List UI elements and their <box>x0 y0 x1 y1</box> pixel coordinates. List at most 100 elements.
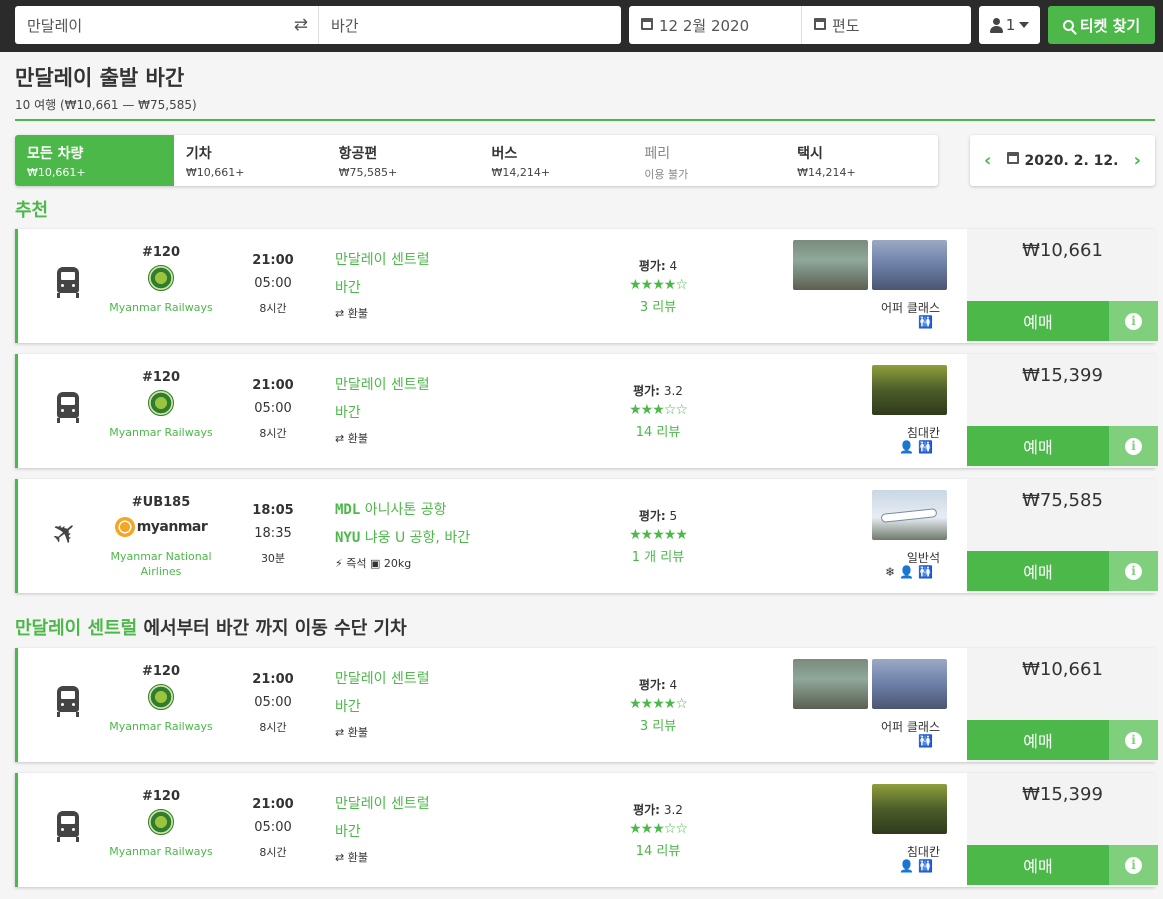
route: 만달레이 센트럴 바간 ⇄ 환불 <box>335 249 430 321</box>
tab-label: 항공편 <box>338 146 378 162</box>
date-value: 12 2월 2020 <box>659 16 750 35</box>
rating: 평가: 4 ★★★★☆ 3 리뷰 <box>598 257 718 315</box>
transport-tabs: 모든 차량 ₩10,661+ 기차 ₩10,661+ 항공편 ₩75,585+ … <box>15 135 938 186</box>
operator-name[interactable]: Myanmar National Airlines <box>106 549 216 579</box>
rating-label: 평가: 5 <box>598 507 718 524</box>
price-box: ₩10,661 예매 i <box>967 648 1158 762</box>
operator: #120 Myanmar Railways <box>106 245 216 315</box>
airline-logo: myanmar <box>106 514 216 540</box>
info-button[interactable]: i <box>1109 301 1158 341</box>
tab-train[interactable]: 기차 ₩10,661+ <box>174 135 327 186</box>
service-number: #120 <box>141 245 181 260</box>
operator-name[interactable]: Myanmar Railways <box>106 844 216 859</box>
result-card[interactable]: #120 Myanmar Railways 21:00 05:00 8시간 만달레이 센트… <box>15 229 1158 343</box>
rating-value: 3.2 <box>663 803 683 817</box>
tab-bus[interactable]: 버스 ₩14,214+ <box>479 135 632 186</box>
from-input[interactable]: 만달레이 ⇄ <box>15 6 318 44</box>
seat-photo[interactable] <box>872 240 947 290</box>
seat-photos <box>793 240 947 290</box>
caret-down-icon <box>1019 22 1030 28</box>
seat-class: 침대칸 <box>906 426 940 440</box>
star-rating-icon: ★★★☆☆ <box>629 402 688 418</box>
seat-class: 일반석 <box>906 551 940 565</box>
chevron-left-icon[interactable]: ‹ <box>984 150 991 171</box>
book-button[interactable]: 예매 <box>967 426 1109 466</box>
return-input[interactable]: 편도 <box>801 6 971 44</box>
tab-price: ₩14,214+ <box>797 166 856 179</box>
operator-name[interactable]: Myanmar Railways <box>106 300 216 315</box>
info-button[interactable]: i <box>1109 720 1158 760</box>
book-button[interactable]: 예매 <box>967 551 1109 591</box>
info-icon: i <box>1125 856 1142 874</box>
route-extra: ⚡ 즉석 ▣ 20kg <box>335 557 412 570</box>
chevron-right-icon[interactable]: › <box>1134 150 1141 171</box>
train-icon <box>57 392 79 418</box>
route-from: 만달레이 센트럴 <box>335 671 430 687</box>
divider <box>15 119 1155 121</box>
seat-photo[interactable] <box>872 784 947 834</box>
route: 만달레이 센트럴 바간 ⇄ 환불 <box>335 374 430 446</box>
rating-label: 평가: 4 <box>598 257 718 274</box>
tab-price: ₩75,585+ <box>338 166 398 179</box>
result-card[interactable]: #120 Myanmar Railways 21:00 05:00 8시간 만달레이 센트… <box>15 648 1158 762</box>
railway-logo <box>148 390 174 416</box>
tab-all[interactable]: 모든 차량 ₩10,661+ <box>15 135 174 186</box>
to-value: 바간 <box>331 16 359 35</box>
tab-price: ₩10,661+ <box>27 166 86 179</box>
times: 18:05 18:35 30분 <box>243 503 303 566</box>
operator: #UB185 myanmar Myanmar National Airlines <box>106 495 216 579</box>
return-value: 편도 <box>832 16 860 35</box>
seat-photo[interactable] <box>793 240 868 290</box>
find-tickets-button[interactable]: 티켓 찾기 <box>1048 6 1155 44</box>
route: 만달레이 센트럴 바간 ⇄ 환불 <box>335 668 430 740</box>
route-from: 만달레이 센트럴 <box>335 377 430 393</box>
info-button[interactable]: i <box>1109 426 1158 466</box>
seat-photo[interactable] <box>872 659 947 709</box>
book-button[interactable]: 예매 <box>967 845 1109 885</box>
tab-price: ₩14,214+ <box>491 166 551 179</box>
route-to: 바간 <box>335 280 361 296</box>
mode-icon <box>55 811 81 843</box>
nav-date: 2020. 2. 12. <box>1024 152 1119 169</box>
from-value: 만달레이 <box>27 16 83 35</box>
reviews-link[interactable]: 1 개 리뷰 <box>598 546 718 565</box>
section-title-trains: 만달레이 센트럴 에서부터 바간 까지 이동 수단 기차 <box>15 614 407 640</box>
info-button[interactable]: i <box>1109 551 1158 591</box>
train-icon <box>57 811 79 837</box>
section-title-recommended: 추천 <box>15 200 49 221</box>
tab-flight[interactable]: 항공편 ₩75,585+ <box>327 135 480 186</box>
swap-icon[interactable]: ⇄ <box>294 15 308 35</box>
railway-logo <box>148 809 174 835</box>
tab-price: ₩10,661+ <box>185 166 245 179</box>
train-legs <box>57 837 79 842</box>
seat-class: 어퍼 클래스 <box>880 720 940 734</box>
find-tickets-label: 티켓 찾기 <box>1079 16 1141 35</box>
passenger-select[interactable]: 1 <box>979 6 1040 44</box>
rating-title: 평가: <box>633 803 660 817</box>
seat-photo[interactable] <box>872 365 947 415</box>
to-input[interactable]: 바간 <box>318 6 621 44</box>
result-card[interactable]: #120 Myanmar Railways 21:00 05:00 8시간 만달레이 센트… <box>15 354 1158 468</box>
seat-photos <box>872 490 947 540</box>
operator-name[interactable]: Myanmar Railways <box>106 719 216 734</box>
reviews-link[interactable]: 14 리뷰 <box>598 840 718 859</box>
tab-taxi[interactable]: 택시 ₩14,214+ <box>785 135 938 186</box>
reviews-link[interactable]: 3 리뷰 <box>598 715 718 734</box>
book-button[interactable]: 예매 <box>967 301 1109 341</box>
section-station-link[interactable]: 만달레이 센트럴 <box>15 618 137 639</box>
date-display: 2020. 2. 12. <box>1006 151 1119 169</box>
reviews-link[interactable]: 14 리뷰 <box>598 421 718 440</box>
calendar-icon <box>641 18 653 30</box>
rating-title: 평가: <box>638 509 666 523</box>
seat-photo[interactable] <box>872 490 947 540</box>
result-card[interactable]: ✈ #UB185 myanmar Myanmar National Airlines 1… <box>15 479 1158 593</box>
operator-name[interactable]: Myanmar Railways <box>106 425 216 440</box>
seat-photo[interactable] <box>793 659 868 709</box>
info-button[interactable]: i <box>1109 845 1158 885</box>
rating-title: 평가: <box>638 678 666 692</box>
book-button[interactable]: 예매 <box>967 720 1109 760</box>
reviews-link[interactable]: 3 리뷰 <box>598 296 718 315</box>
result-card[interactable]: #120 Myanmar Railways 21:00 05:00 8시간 만달레이 센트… <box>15 773 1158 887</box>
date-input[interactable]: 12 2월 2020 <box>629 6 801 44</box>
page-title: 만달레이 출발 바간 <box>15 66 185 90</box>
